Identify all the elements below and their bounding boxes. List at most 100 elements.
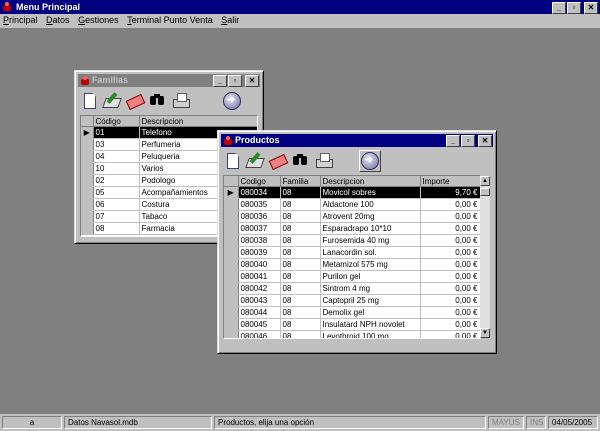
col-header-familia[interactable]: Familia — [280, 176, 321, 187]
table-cell[interactable]: 0,00 € — [420, 318, 480, 331]
productos-window[interactable]: Productos _ ▫ ✕ Codigo Familia Descripci… — [217, 130, 497, 354]
row-indicator[interactable] — [81, 222, 94, 235]
print-icon[interactable] — [314, 151, 334, 171]
table-cell[interactable]: 08 — [280, 330, 321, 338]
scroll-up-icon[interactable]: ▲ — [480, 176, 490, 186]
table-row[interactable]: 080035 08 Aldactone 100 0,00 € — [224, 198, 480, 211]
row-indicator[interactable] — [224, 210, 239, 223]
table-cell[interactable]: Aldactone 100 — [320, 198, 421, 211]
row-indicator[interactable] — [224, 198, 239, 211]
menu-terminal-punto-venta[interactable]: Terminal Punto Venta — [124, 14, 216, 25]
table-cell[interactable]: 080035 — [238, 198, 281, 211]
productos-grid[interactable]: Codigo Familia Descripcion Importe ▶ 0800… — [223, 175, 481, 339]
go-icon[interactable] — [359, 150, 381, 172]
minimize-button[interactable]: _ — [552, 2, 566, 14]
print-icon[interactable] — [171, 91, 191, 111]
table-row[interactable]: 080036 08 Atrovent 20mg 0,00 € — [224, 210, 480, 223]
table-row[interactable]: 080043 08 Captopril 25 mg 0,00 € — [224, 294, 480, 307]
table-cell[interactable]: 08 — [280, 186, 321, 199]
table-cell[interactable]: 080034 — [238, 186, 281, 199]
row-indicator[interactable] — [224, 330, 239, 338]
row-indicator[interactable] — [224, 246, 239, 259]
table-cell[interactable]: 080046 — [238, 330, 281, 338]
menu-gestiones[interactable]: Gestiones — [75, 14, 122, 25]
row-indicator[interactable] — [81, 138, 94, 151]
table-cell[interactable]: 0,00 € — [420, 294, 480, 307]
productos-maximize-button[interactable]: ▫ — [461, 135, 475, 147]
col-header-codigo[interactable]: Código — [93, 116, 140, 127]
scroll-down-icon[interactable]: ▼ — [480, 328, 490, 338]
find-icon[interactable] — [148, 91, 168, 111]
menu-principal[interactable]: Principal — [0, 14, 41, 25]
table-cell[interactable]: Demolix gel — [320, 306, 421, 319]
productos-vertical-scrollbar[interactable]: ▲ ▼ — [480, 176, 490, 338]
table-cell[interactable]: 08 — [280, 270, 321, 283]
table-cell[interactable]: 0,00 € — [420, 198, 480, 211]
table-cell[interactable]: 08 — [280, 222, 321, 235]
new-icon[interactable] — [79, 91, 99, 111]
row-indicator[interactable] — [224, 270, 239, 283]
table-cell[interactable]: 0,00 € — [420, 282, 480, 295]
table-cell[interactable]: 0,00 € — [420, 210, 480, 223]
table-cell[interactable]: 080042 — [238, 282, 281, 295]
table-cell[interactable]: 08 — [280, 246, 321, 259]
new-icon[interactable] — [222, 151, 242, 171]
table-cell[interactable]: Atrovent 20mg — [320, 210, 421, 223]
table-row[interactable]: 080037 08 Esparadrapo 10*10 0,00 € — [224, 222, 480, 235]
menu-salir[interactable]: Salir — [218, 14, 242, 25]
maximize-button[interactable]: ▫ — [567, 2, 581, 14]
table-cell[interactable]: 0,00 € — [420, 270, 480, 283]
table-row[interactable]: ▶ 080034 08 Movicol sobres 9,70 € — [224, 186, 480, 199]
current-row-indicator-icon[interactable]: ▶ — [81, 126, 94, 139]
table-row[interactable]: 080041 08 Purilon gel 0,00 € — [224, 270, 480, 283]
table-cell[interactable]: Movicol sobres — [320, 186, 421, 199]
table-cell[interactable]: 080044 — [238, 306, 281, 319]
table-row[interactable]: 080046 08 Levothroid 100 mg 0,00 € — [224, 330, 480, 338]
row-indicator[interactable] — [81, 198, 94, 211]
table-row[interactable]: 080044 08 Demolix gel 0,00 € — [224, 306, 480, 319]
table-cell[interactable]: 9,70 € — [420, 186, 480, 199]
table-cell[interactable]: 080041 — [238, 270, 281, 283]
table-cell[interactable]: 08 — [280, 234, 321, 247]
table-cell[interactable]: 08 — [280, 198, 321, 211]
edit-icon[interactable] — [245, 151, 265, 171]
col-header-importe[interactable]: Importe — [420, 176, 480, 187]
productos-close-button[interactable]: ✕ — [478, 135, 492, 147]
productos-minimize-button[interactable]: _ — [446, 135, 460, 147]
table-cell[interactable]: Captopril 25 mg — [320, 294, 421, 307]
table-cell[interactable]: 08 — [280, 306, 321, 319]
table-cell[interactable]: Insulatard NPH novolet — [320, 318, 421, 331]
table-cell[interactable]: 08 — [280, 294, 321, 307]
familias-minimize-button[interactable]: _ — [213, 75, 227, 87]
erase-icon[interactable] — [125, 91, 145, 111]
table-cell[interactable]: 05 — [93, 186, 140, 199]
table-cell[interactable]: Lanacordin sol. — [320, 246, 421, 259]
table-cell[interactable]: 06 — [93, 198, 140, 211]
scroll-thumb[interactable] — [480, 188, 490, 196]
table-row[interactable]: 080042 08 Sintrom 4 mg 0,00 € — [224, 282, 480, 295]
table-row[interactable]: 080038 08 Furosemida 40 mg 0,00 € — [224, 234, 480, 247]
row-indicator[interactable] — [224, 258, 239, 271]
row-indicator[interactable] — [224, 222, 239, 235]
table-cell[interactable]: 08 — [93, 222, 140, 235]
table-cell[interactable]: Furosemida 40 mg — [320, 234, 421, 247]
go-icon[interactable] — [222, 91, 242, 111]
col-header-descripcion[interactable]: Descripcion — [320, 176, 421, 187]
table-row[interactable]: 080040 08 Metamizol 575 mg 0,00 € — [224, 258, 480, 271]
table-cell[interactable]: 080037 — [238, 222, 281, 235]
row-indicator[interactable] — [81, 174, 94, 187]
row-indicator[interactable] — [81, 186, 94, 199]
table-cell[interactable]: 0,00 € — [420, 222, 480, 235]
table-cell[interactable]: 04 — [93, 150, 140, 163]
row-indicator[interactable] — [81, 210, 94, 223]
table-cell[interactable]: 08 — [280, 282, 321, 295]
col-header-descripcion[interactable]: Descripcion — [139, 116, 257, 127]
table-cell[interactable]: 08 — [280, 210, 321, 223]
table-cell[interactable]: 0,00 € — [420, 246, 480, 259]
row-indicator[interactable] — [224, 282, 239, 295]
table-cell[interactable]: Sintrom 4 mg — [320, 282, 421, 295]
table-cell[interactable]: Purilon gel — [320, 270, 421, 283]
table-cell[interactable]: 03 — [93, 138, 140, 151]
table-cell[interactable]: 0,00 € — [420, 258, 480, 271]
row-indicator[interactable] — [224, 234, 239, 247]
